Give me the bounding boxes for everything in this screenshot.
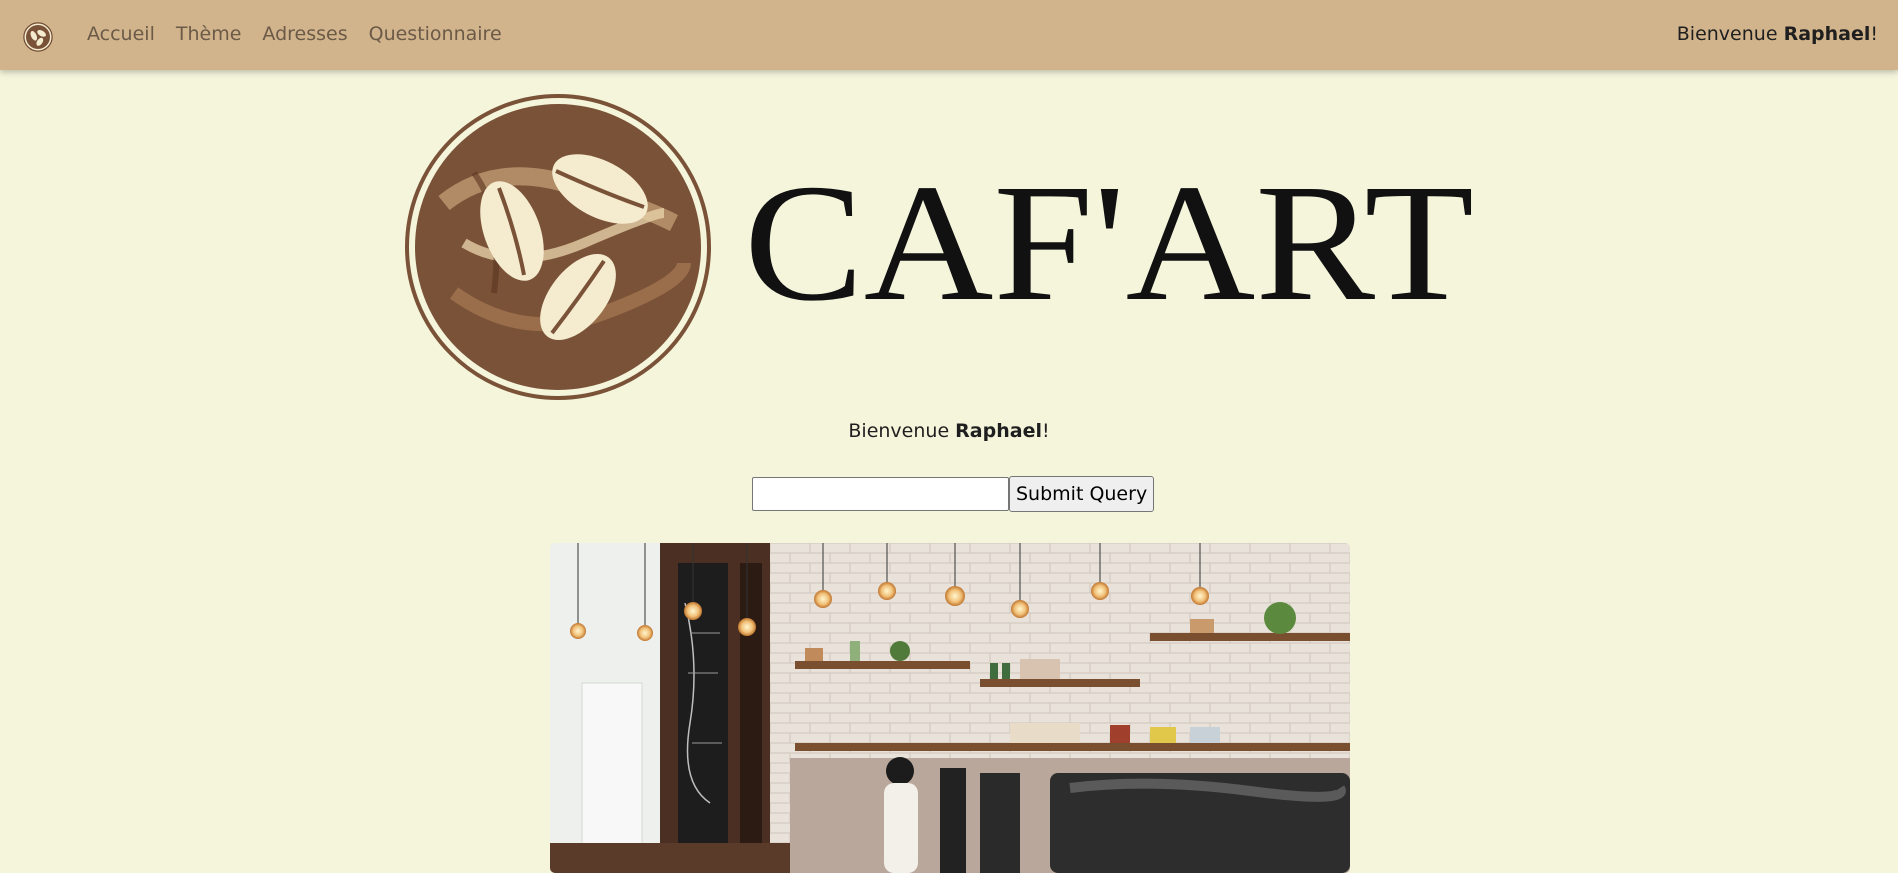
search-form: Submit Query xyxy=(752,476,1155,512)
welcome-user: Raphael xyxy=(955,420,1042,442)
hero-logo: CAF'ART xyxy=(405,94,1474,400)
nav-links: Accueil Thème Adresses Questionnaire xyxy=(87,23,523,45)
coffee-beans-logo-icon xyxy=(405,94,711,400)
hero-brand-text: CAF'ART xyxy=(744,150,1474,336)
search-input[interactable] xyxy=(752,477,1009,511)
submit-query-button[interactable]: Submit Query xyxy=(1009,476,1155,512)
nav-welcome-user: Raphael xyxy=(1783,23,1871,45)
nav-link-accueil[interactable]: Accueil xyxy=(87,23,155,45)
coffee-beans-logo-icon[interactable] xyxy=(23,22,53,52)
welcome-suffix: ! xyxy=(1041,420,1050,442)
nav-welcome-prefix: Bienvenue xyxy=(1676,23,1784,45)
nav-welcome-text: Bienvenue Raphael! xyxy=(1677,23,1878,45)
nav-link-theme[interactable]: Thème xyxy=(176,23,242,45)
welcome-message: Bienvenue Raphael! xyxy=(0,420,1898,442)
welcome-prefix: Bienvenue xyxy=(848,420,956,442)
nav-welcome-suffix: ! xyxy=(1870,23,1878,45)
cafe-interior-photo xyxy=(550,543,1350,873)
nav-link-adresses[interactable]: Adresses xyxy=(262,23,347,45)
navbar: Accueil Thème Adresses Questionnaire Bie… xyxy=(0,0,1898,70)
cafe-photo-illustration xyxy=(550,543,1350,873)
nav-link-questionnaire[interactable]: Questionnaire xyxy=(369,23,502,45)
